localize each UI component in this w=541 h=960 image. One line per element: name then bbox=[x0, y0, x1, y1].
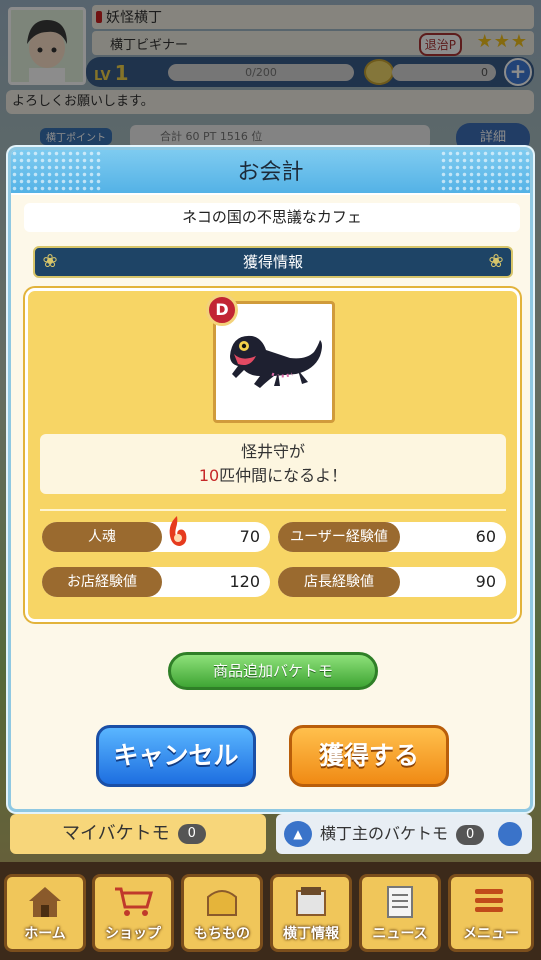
bottom-navigation: ホーム ショップ もちもの 横丁情報 ニュース メニュー bbox=[0, 862, 541, 960]
nav-yokocho-info[interactable]: 横丁情報 bbox=[270, 874, 352, 952]
nav-items[interactable]: もちもの bbox=[181, 874, 263, 952]
stat-shop-exp: お店経験値 120 bbox=[42, 567, 270, 597]
dialog-title: お会計 bbox=[237, 160, 304, 185]
stat-label: ユーザー経験値 bbox=[278, 522, 400, 552]
stat-value: 60 bbox=[475, 527, 496, 546]
obtain-button[interactable]: 獲得する bbox=[289, 725, 449, 787]
news-icon bbox=[387, 886, 413, 918]
ornament-icon: ❀ bbox=[488, 251, 504, 272]
rank-badge-icon: D bbox=[206, 294, 238, 326]
salamander-icon bbox=[230, 335, 322, 388]
nav-home[interactable]: ホーム bbox=[4, 874, 86, 952]
section-title: 獲得情報 bbox=[242, 253, 303, 271]
count-badge: 0 bbox=[177, 824, 206, 844]
refresh-icon[interactable] bbox=[498, 822, 522, 846]
menu-icon bbox=[475, 889, 503, 912]
nav-shop[interactable]: ショップ bbox=[92, 874, 174, 952]
stat-label: お店経験値 bbox=[42, 567, 162, 597]
home-icon bbox=[29, 887, 61, 917]
count-badge: 0 bbox=[456, 824, 485, 845]
nav-menu[interactable]: メニュー bbox=[448, 874, 534, 952]
add-product-baketomo-button[interactable]: 商品追加バケトモ bbox=[168, 652, 378, 690]
reward-message: 怪井守が 10匹仲間になるよ！ bbox=[40, 434, 506, 494]
dialog-header: お会計 bbox=[11, 150, 530, 195]
nav-news[interactable]: ニュース bbox=[359, 874, 441, 952]
shop-name: ネコの国の不思議なカフェ bbox=[24, 203, 520, 232]
info-icon bbox=[296, 887, 326, 916]
stat-value: 70 bbox=[239, 527, 260, 546]
bag-icon bbox=[207, 890, 237, 916]
checkout-dialog: お会計 ネコの国の不思議なカフェ ❀ 獲得情報 ❀ D 怪井守が 10匹仲間にな… bbox=[8, 147, 533, 812]
stat-value: 90 bbox=[475, 572, 496, 591]
reward-count: 10 bbox=[198, 466, 220, 485]
stat-user-exp: ユーザー経験値 60 bbox=[278, 522, 506, 552]
flame-icon bbox=[169, 516, 187, 546]
tab-my-baketomo[interactable]: マイバケトモ 0 bbox=[10, 814, 266, 854]
stat-manager-exp: 店長経験値 90 bbox=[278, 567, 506, 597]
section-header: ❀ 獲得情報 ❀ bbox=[33, 246, 513, 278]
cancel-button[interactable]: キャンセル bbox=[96, 725, 256, 787]
reward-card: D 怪井守が 10匹仲間になるよ！ 人魂 70 ユーザー経験値 60 お店経験値… bbox=[25, 288, 520, 622]
tab-yokocho-baketomo[interactable]: ▲ 横丁主のバケトモ 0 bbox=[276, 814, 532, 854]
stat-label: 人魂 bbox=[42, 522, 162, 552]
arrow-up-icon: ▲ bbox=[284, 821, 312, 847]
baketomo-tabs: マイバケトモ 0 ▲ 横丁主のバケトモ 0 bbox=[0, 812, 541, 858]
cart-icon bbox=[115, 887, 153, 916]
stat-value: 120 bbox=[229, 572, 260, 591]
stat-hitodama: 人魂 70 bbox=[42, 516, 270, 552]
divider bbox=[40, 509, 506, 511]
stat-label: 店長経験値 bbox=[278, 567, 400, 597]
